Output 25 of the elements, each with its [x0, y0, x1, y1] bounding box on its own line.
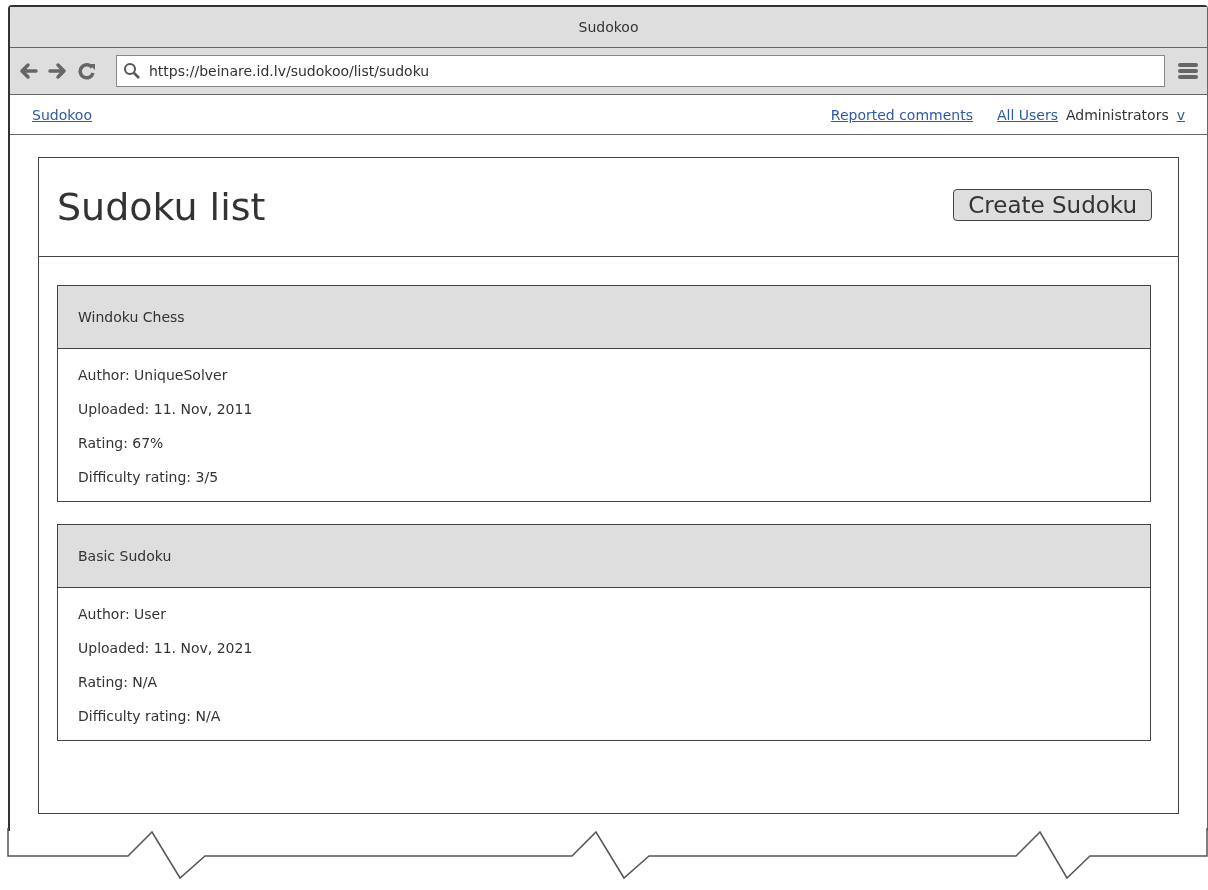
back-icon[interactable]: [18, 62, 38, 80]
sudoku-detail: Author: UniqueSolver: [78, 367, 229, 383]
nav-link[interactable]: Reported comments: [830, 106, 973, 123]
url-text: https://beinare.id.lv/sudokoo/list/sudoku: [149, 63, 430, 79]
sudoku-detail: Difficulty rating: 3/5: [78, 469, 220, 485]
page-title: Sudoku list: [57, 185, 266, 229]
create-button[interactable]: Create Sudoku: [953, 189, 1152, 221]
window-title: Sudokoo: [578, 19, 639, 35]
brand-link[interactable]: Sudokoo: [32, 106, 92, 123]
sudoku-detail: Difficulty rating: N/A: [78, 708, 222, 724]
search-icon: [123, 62, 141, 80]
menu-icon[interactable]: [1177, 61, 1199, 81]
dropdown-link[interactable]: v: [1176, 106, 1185, 123]
sudoku-detail: Author: User: [78, 606, 167, 622]
sudoku-name: Windoku Chess: [78, 309, 185, 325]
reload-icon[interactable]: [78, 62, 96, 80]
sudoku-detail: Rating: N/A: [78, 674, 159, 690]
user-menu-label: Administrators: [1065, 106, 1169, 123]
address-bar[interactable]: https://beinare.id.lv/sudokoo/list/sudoku: [116, 55, 1165, 87]
sudoku-detail: Uploaded: 11. Nov, 2021: [78, 640, 254, 656]
sudoku-detail: Rating: 67%: [78, 435, 165, 451]
nav-link[interactable]: All Users: [996, 106, 1058, 123]
forward-icon[interactable]: [48, 62, 68, 80]
sudoku-detail: Uploaded: 11. Nov, 2011: [78, 401, 254, 417]
sudoku-name: Basic Sudoku: [78, 548, 172, 564]
